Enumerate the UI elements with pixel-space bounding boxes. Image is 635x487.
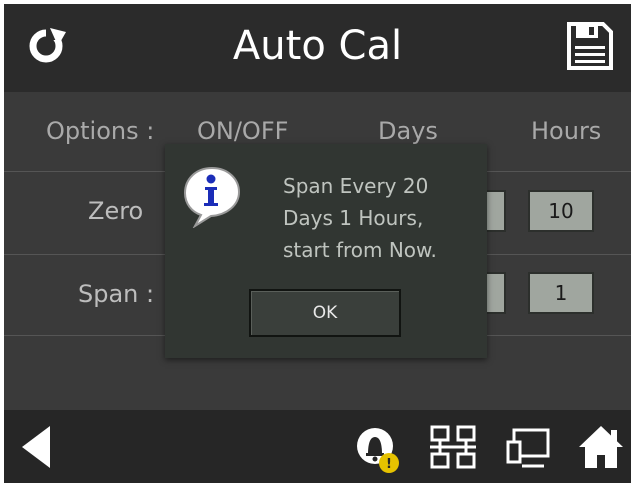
footer-bar: ! bbox=[4, 410, 631, 483]
screen: Auto Cal Options : ON/OFF Days Hours Zer… bbox=[4, 4, 631, 483]
span-hours-input[interactable]: 1 bbox=[528, 272, 594, 314]
network-icon[interactable] bbox=[428, 424, 478, 472]
page-title: Auto Cal bbox=[232, 23, 403, 69]
info-dialog: Span Every 20 Days 1 Hours, start from N… bbox=[165, 144, 487, 358]
span-row-label: Span : bbox=[78, 280, 155, 308]
days-column-header: Days bbox=[378, 117, 438, 145]
dialog-message-line: start from Now. bbox=[283, 238, 437, 262]
header-bar: Auto Cal bbox=[4, 4, 631, 92]
options-label: Options : bbox=[46, 117, 155, 145]
alarm-bell-icon[interactable]: ! bbox=[354, 424, 402, 476]
info-icon bbox=[183, 166, 241, 228]
onoff-column-header: ON/OFF bbox=[197, 117, 289, 145]
computer-icon[interactable] bbox=[504, 426, 552, 472]
zero-hours-input[interactable]: 10 bbox=[528, 190, 594, 232]
dialog-message-line: Days 1 Hours, bbox=[283, 206, 424, 230]
home-icon[interactable] bbox=[576, 422, 626, 472]
ok-button[interactable]: OK bbox=[249, 289, 401, 337]
save-icon[interactable] bbox=[561, 18, 617, 74]
hours-column-header: Hours bbox=[531, 117, 602, 145]
back-arrow-icon[interactable] bbox=[16, 422, 56, 472]
alarm-badge: ! bbox=[386, 457, 392, 472]
dialog-message-line: Span Every 20 bbox=[283, 174, 429, 198]
zero-row-label: Zero bbox=[88, 197, 144, 225]
